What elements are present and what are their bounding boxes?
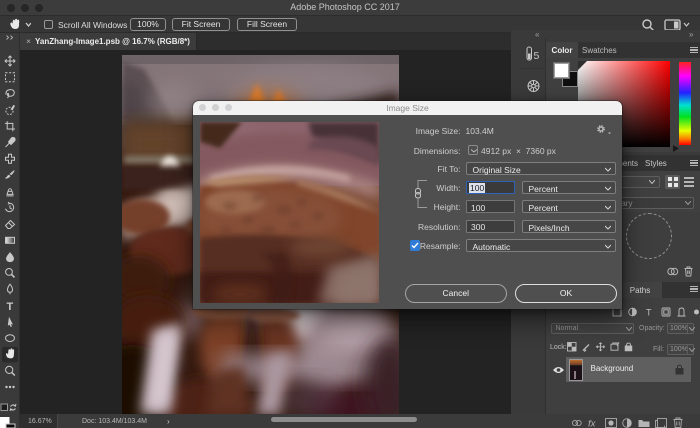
svg-text:T: T (7, 301, 14, 313)
svg-text:5: 5 (534, 50, 540, 62)
svg-text:T: T (646, 308, 652, 318)
svg-text:fx: fx (588, 419, 597, 428)
